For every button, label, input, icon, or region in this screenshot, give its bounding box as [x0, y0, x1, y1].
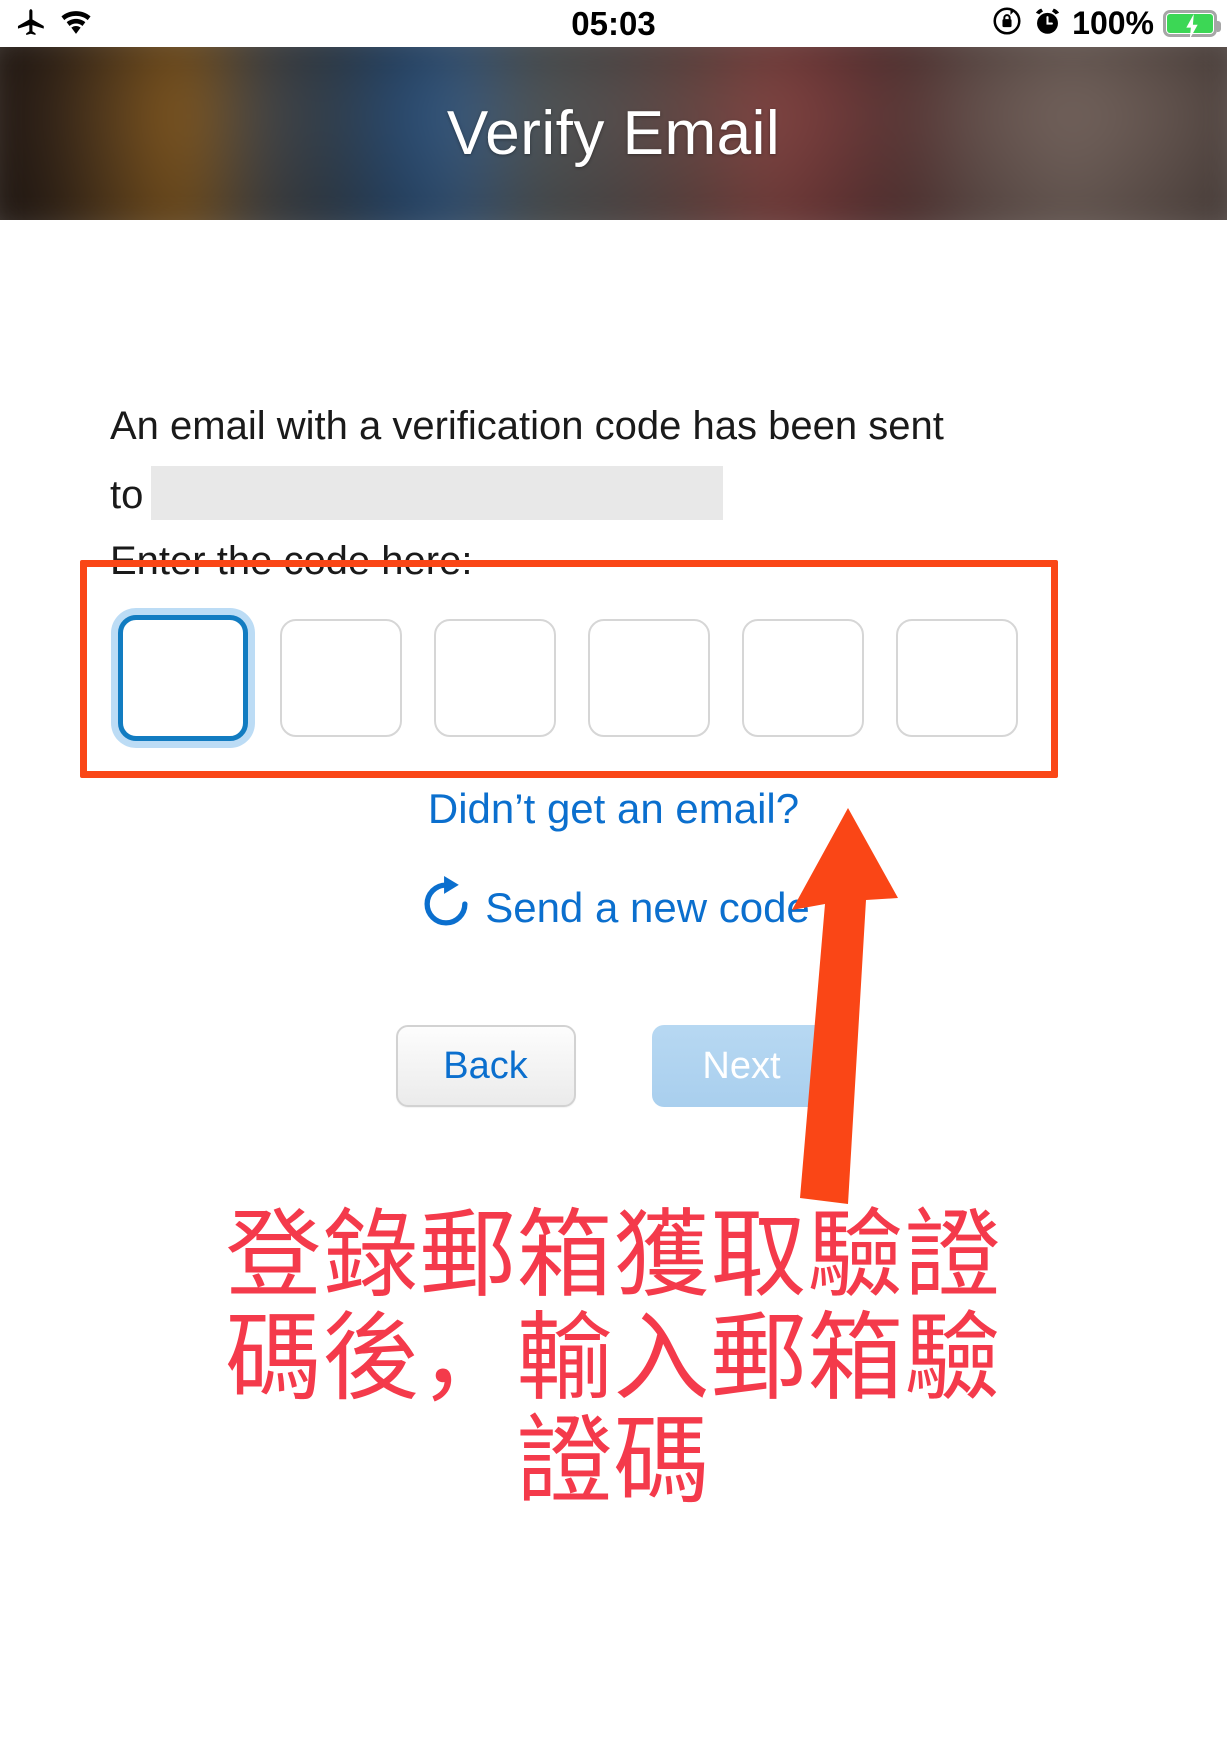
annotation-line-3: 證碼: [516, 1405, 711, 1517]
code-digit-input-6[interactable]: [896, 619, 1018, 737]
send-new-code-label: Send a new code: [485, 884, 810, 931]
alarm-clock-icon: [1032, 6, 1063, 42]
verification-code-inputs: [118, 608, 1018, 748]
refresh-icon: [417, 875, 475, 943]
annotation-line-1: 登錄郵箱獲取驗證: [225, 1199, 1002, 1311]
code-digit-input-1[interactable]: [118, 615, 248, 741]
code-digit-input-2[interactable]: [280, 619, 402, 737]
rotation-lock-icon: [991, 5, 1023, 42]
battery-percent-label: 100%: [1072, 5, 1154, 41]
back-button[interactable]: Back: [395, 1025, 576, 1107]
phone-screen: 05:03 100% Verify Email An email with a …: [0, 0, 1227, 1737]
code-digit-input-5[interactable]: [742, 619, 864, 737]
didnt-get-email-link[interactable]: Didn’t get an email?: [0, 785, 1227, 833]
navigation-bar: Verify Email: [0, 47, 1227, 220]
battery-charging-icon: [1163, 10, 1221, 39]
status-bar-clock: 05:03: [571, 4, 656, 42]
code-digit-input-3[interactable]: [434, 619, 556, 737]
next-button[interactable]: Next: [651, 1025, 832, 1107]
code-digit-input-4[interactable]: [588, 619, 710, 737]
send-new-code-link[interactable]: Send a new code: [0, 873, 1227, 943]
verification-description: An email with a verification code has be…: [110, 392, 970, 530]
status-bar: 05:03 100%: [0, 0, 1227, 47]
enter-code-label: Enter the code here:: [110, 539, 473, 583]
page-title: Verify Email: [446, 99, 781, 168]
annotation-arrow-icon: [770, 806, 930, 1206]
annotation-instruction-text: 登錄郵箱獲取驗證 碼後，輸入郵箱驗 證碼: [0, 1204, 1227, 1513]
form-buttons: Back Next: [0, 1025, 1227, 1107]
annotation-line-2: 碼後，輸入郵箱驗: [225, 1302, 1002, 1414]
redacted-email-box: [151, 466, 724, 520]
status-bar-right: 100%: [991, 0, 1221, 47]
